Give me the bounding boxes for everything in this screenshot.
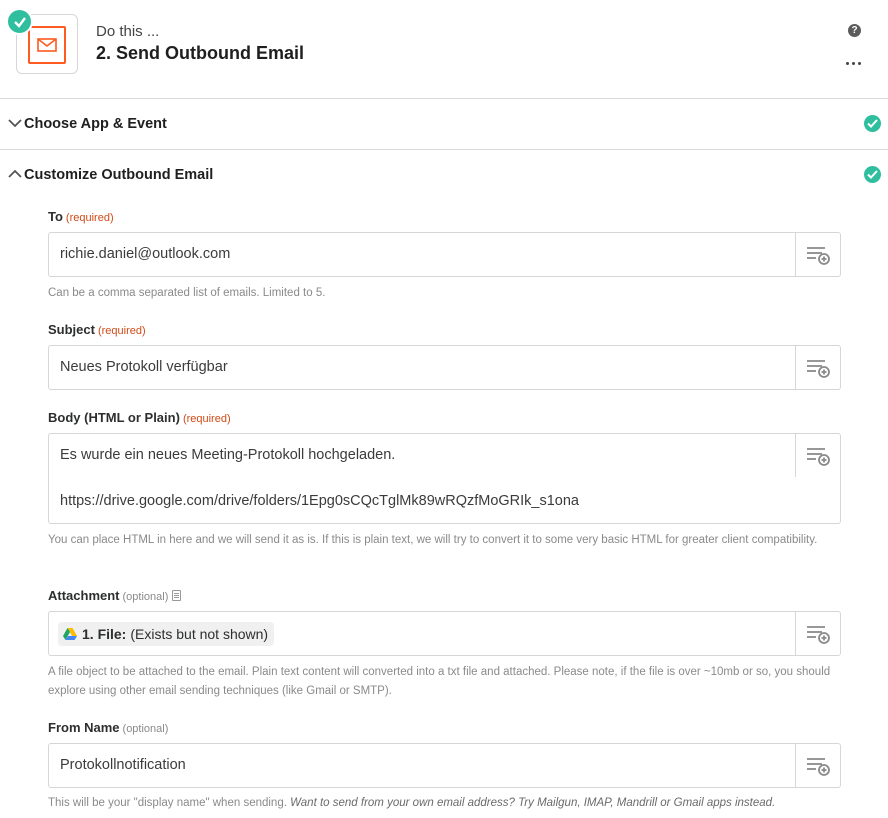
section-choose-app-event[interactable]: Choose App & Event [0,99,888,150]
body-label-text: Body (HTML or Plain) [48,410,180,425]
body-label: Body (HTML or Plain) (required) [48,410,231,425]
body-field[interactable]: Es wurde ein neues Meeting-Protokoll hoc… [48,433,841,524]
insert-data-button[interactable] [795,233,840,276]
subject-value: Neues Protokoll verfügbar [60,359,228,375]
from-name-field[interactable]: Protokollnotification [48,743,841,788]
body-line-1: Es wurde ein neues Meeting-Protokoll hoc… [60,447,396,463]
step-complete-check-icon [6,8,33,35]
optional-tag: (optional) [122,723,169,735]
to-label-text: To [48,209,63,224]
notes-icon[interactable] [172,590,182,601]
insert-data-button[interactable] [795,346,840,389]
section-label: Customize Outbound Email [24,167,214,183]
attachment-field[interactable]: 1. File: (Exists but not shown) [48,611,841,656]
to-label: To (required) [48,209,114,224]
more-dots-icon[interactable] [846,58,864,68]
from-name-value: Protokollnotification [60,757,186,773]
to-value: richie.daniel@outlook.com [60,246,231,262]
chevron-up-icon [8,169,22,178]
from-name-label: From Name (optional) [48,720,168,735]
from-name-label-text: From Name [48,720,120,735]
insert-data-icon [807,757,830,776]
insert-data-icon [807,625,830,644]
to-field[interactable]: richie.daniel@outlook.com [48,232,841,277]
step-title[interactable]: 2. Send Outbound Email [96,43,304,64]
check-circle-icon [864,115,881,132]
body-line-2: https://drive.google.com/drive/folders/1… [60,493,579,509]
question-icon[interactable]: ? [848,24,861,37]
from-name-help-plain: This will be your "display name" when se… [48,797,287,809]
step-header: Do this ... 2. Send Outbound Email ? [0,0,888,99]
pill-text: (Exists but not shown) [130,626,269,642]
section-customize-outbound-email[interactable]: Customize Outbound Email [0,150,888,201]
to-help: Can be a comma separated list of emails.… [48,287,326,299]
mail-icon [28,26,66,64]
insert-data-button[interactable] [795,434,840,477]
insert-data-icon [807,447,830,466]
insert-data-icon [807,246,830,265]
from-name-help: This will be your "display name" when se… [48,794,848,813]
subject-field[interactable]: Neues Protokoll verfügbar [48,345,841,390]
required-tag: (required) [182,413,231,425]
subject-label: Subject (required) [48,322,146,337]
mapped-field-pill[interactable]: 1. File: (Exists but not shown) [58,622,275,646]
chevron-down-icon [8,119,22,128]
attachment-label: Attachment (optional) [48,588,182,603]
optional-tag: (optional) [122,591,169,603]
check-circle-icon [864,166,881,183]
insert-data-icon [807,359,830,378]
section-label: Choose App & Event [24,116,167,132]
required-tag: (required) [97,325,146,337]
insert-data-button[interactable] [795,612,840,655]
insert-data-button[interactable] [795,744,840,787]
google-drive-icon [63,628,77,640]
required-tag: (required) [65,212,114,224]
body-help: You can place HTML in here and we will s… [48,534,818,546]
subject-label-text: Subject [48,322,95,337]
attachment-help: A file object to be attached to the emai… [48,666,831,697]
step-pre-title: Do this ... [96,23,160,40]
pill-step: 1. File: [82,626,127,642]
from-name-help-italic: Want to send from your own email address… [290,797,776,809]
attachment-label-text: Attachment [48,588,120,603]
